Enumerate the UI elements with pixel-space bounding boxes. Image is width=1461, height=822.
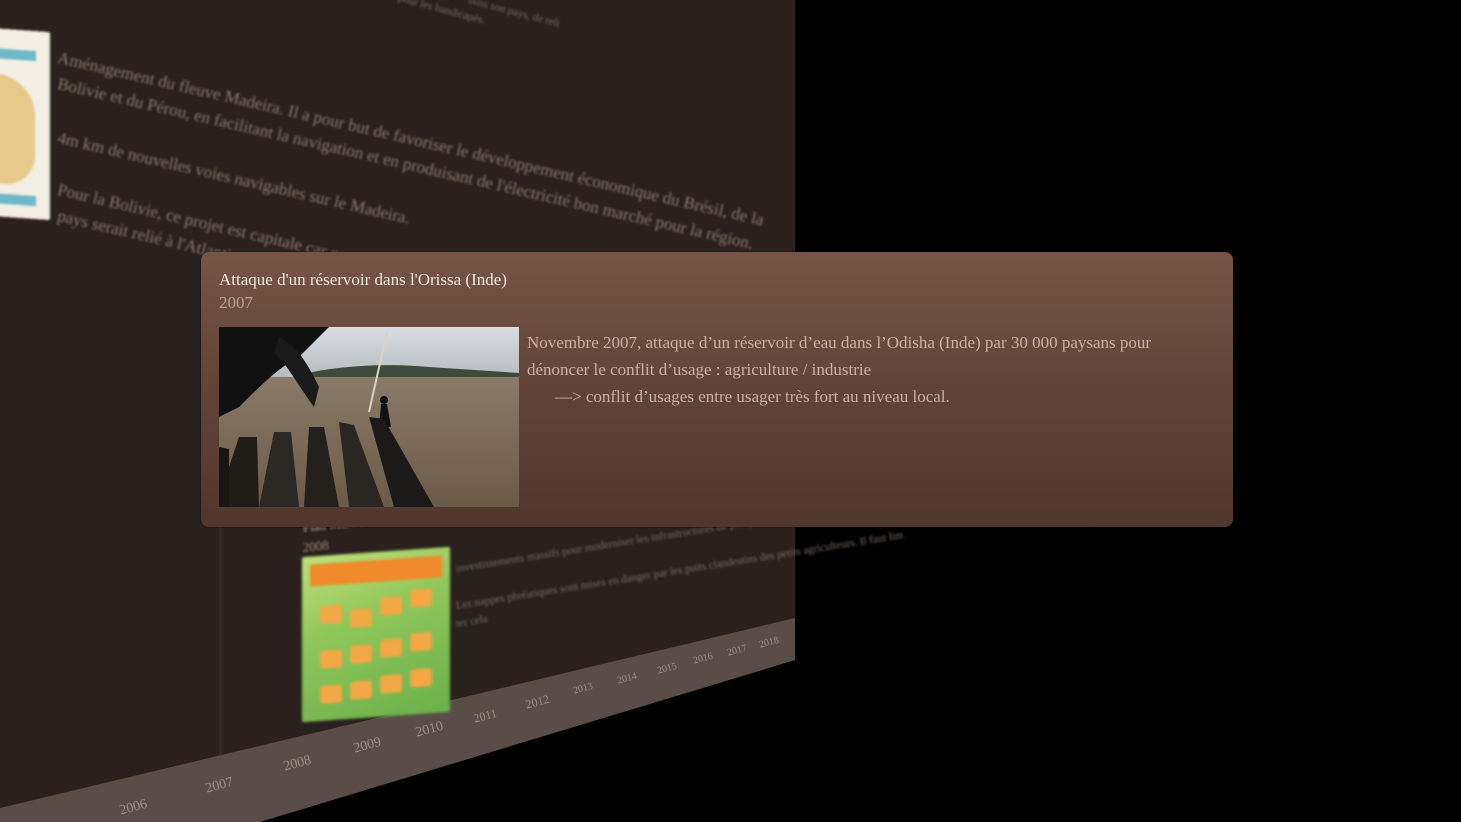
river-boats-photo-icon [219,327,519,507]
popup-description-line: dénoncer le conflit d’usage : agricultur… [527,360,872,379]
event-detail-popup[interactable]: Attaque d'un réservoir dans l'Orissa (In… [201,252,1233,527]
popup-description-line: —> conflit d’usages entre usager très fo… [555,387,950,406]
madeira-map-thumbnail[interactable] [0,27,50,221]
popup-description-line: Novembre 2007, attaque d’un réservoir d’… [527,333,1152,352]
event-date: 2008 [302,537,330,555]
popup-description: Novembre 2007, attaque d’un réservoir d’… [527,329,1217,410]
popup-photo[interactable] [219,327,519,507]
plan-maroc-vert-thumbnail[interactable] [302,546,450,723]
popup-date: 2007 [219,293,253,312]
popup-title: Attaque d'un réservoir dans l'Orissa (In… [219,270,507,289]
